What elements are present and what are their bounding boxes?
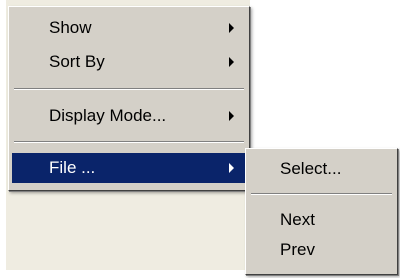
submenu-item-next[interactable]: Next (249, 205, 394, 235)
submenu-item-label: Select... (280, 159, 342, 178)
submenu-arrow-icon (229, 23, 234, 33)
menu-separator (14, 141, 244, 143)
submenu-arrow-icon (229, 111, 234, 121)
menu-item-sort-by[interactable]: Sort By (12, 47, 246, 77)
menu-item-label: Display Mode... (49, 106, 167, 125)
submenu-separator (251, 193, 392, 195)
menu-item-display-mode[interactable]: Display Mode... (12, 101, 246, 131)
menu-item-label: File ... (49, 158, 96, 177)
submenu-arrow-icon (229, 57, 234, 67)
menu-item-show[interactable]: Show (12, 13, 246, 43)
submenu-item-label: Prev (280, 240, 315, 259)
submenu-arrow-icon (229, 163, 234, 173)
menu-separator (14, 88, 244, 90)
submenu-item-label: Next (280, 210, 315, 229)
submenu-item-select[interactable]: Select... (249, 154, 394, 184)
menu-item-file[interactable]: File ... (12, 153, 246, 183)
context-menu: Show Sort By Display Mode... File ... (8, 6, 250, 191)
menu-item-label: Sort By (49, 52, 105, 71)
menu-item-label: Show (49, 18, 92, 37)
submenu-item-prev[interactable]: Prev (249, 235, 394, 265)
file-submenu: Select... Next Prev (245, 148, 398, 275)
desktop: Show Sort By Display Mode... File ... Se… (0, 0, 400, 278)
